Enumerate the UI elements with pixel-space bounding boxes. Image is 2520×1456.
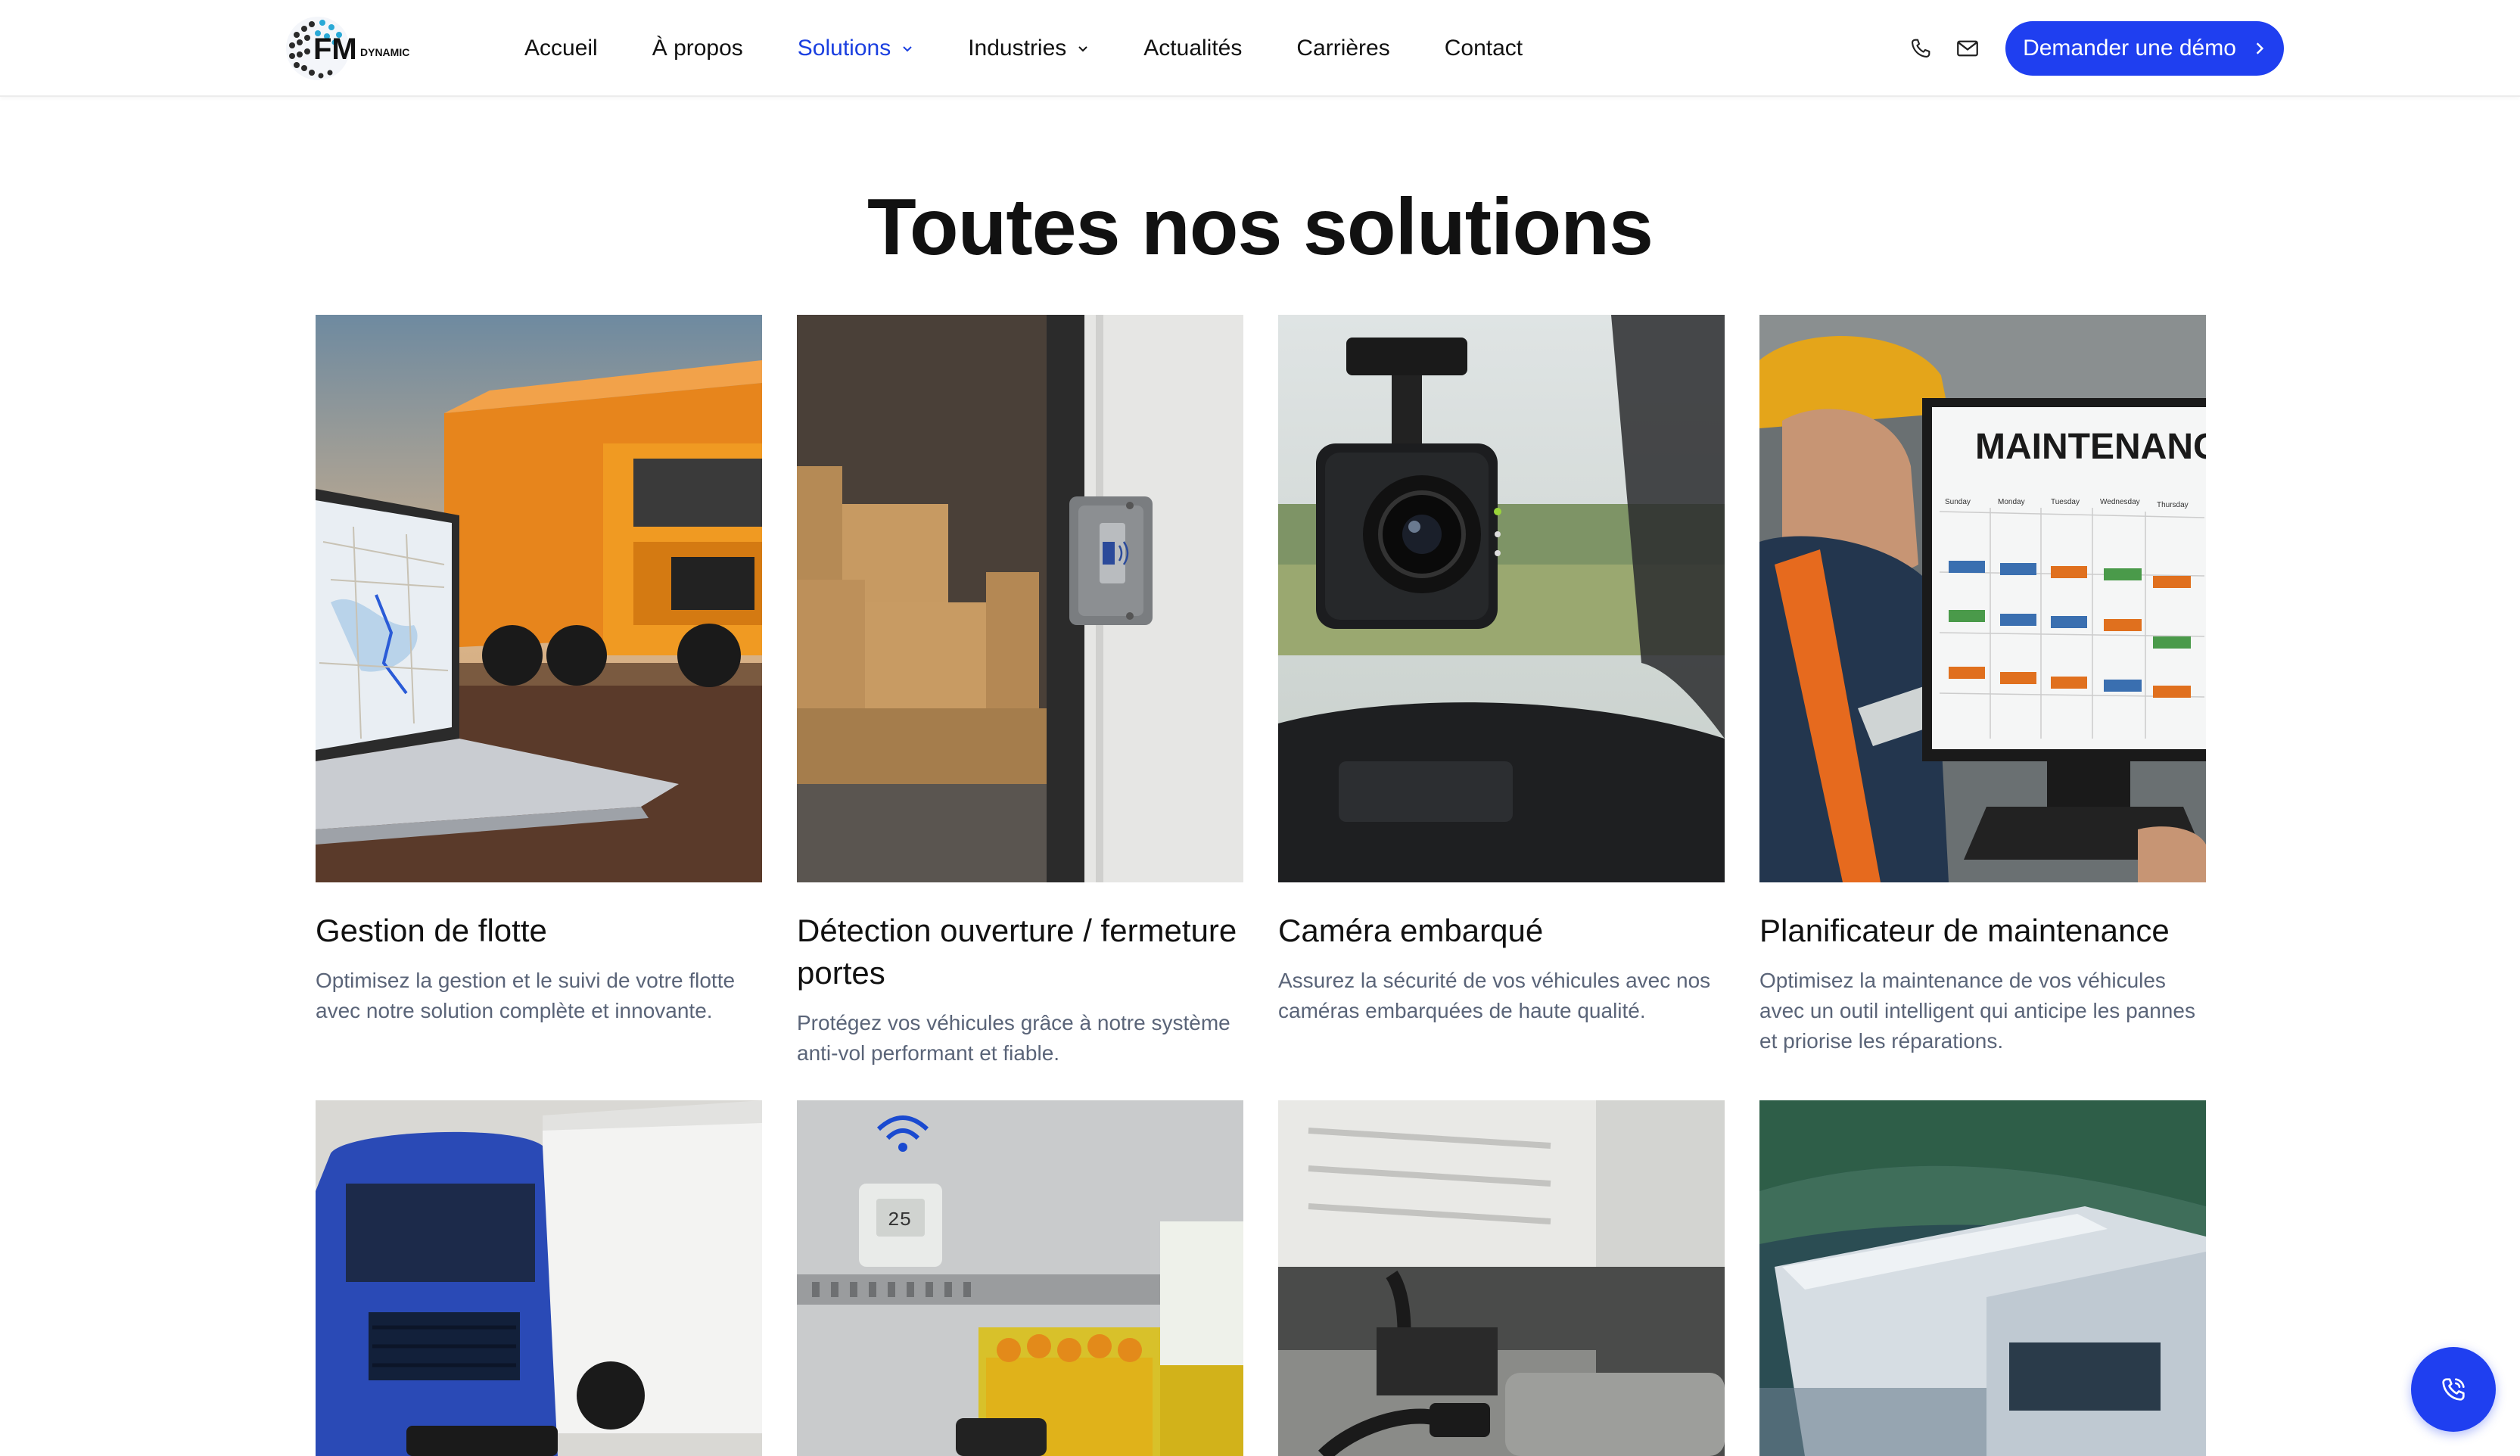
card-description: Optimisez la gestion et le suivi de votr…: [316, 969, 736, 1022]
solution-card-door-detection[interactable]: Détection ouverture / fermeture portes P…: [797, 315, 1243, 1069]
svg-text:Tuesday: Tuesday: [2051, 498, 2080, 506]
solution-card-fleet[interactable]: Gestion de flotte Optimisez la gestion e…: [316, 315, 762, 1026]
page-title: Toutes nos solutions: [866, 182, 1654, 272]
chevron-right-icon: [2256, 42, 2264, 54]
svg-text:Thursday: Thursday: [2157, 501, 2189, 509]
svg-text:Monday: Monday: [1998, 498, 2025, 506]
fuel-tank-image: [1278, 1100, 1725, 1456]
phone-call-icon: [2442, 1378, 2465, 1401]
logo[interactable]: FM DYNAMIC: [282, 12, 425, 85]
nav-item-actualites[interactable]: Actualités: [1143, 36, 1242, 61]
nav-item-industries[interactable]: Industries: [968, 36, 1089, 61]
solution-card-fuel[interactable]: [1278, 1100, 1725, 1456]
chevron-down-icon: [1078, 46, 1088, 52]
nav-item-accueil[interactable]: Accueil: [524, 36, 598, 61]
header-contact-icons: [1906, 33, 1999, 64]
card-description: Assurez la sécurité de vos véhicules ave…: [1278, 969, 1711, 1022]
nav-item-contact[interactable]: Contact: [1445, 36, 1523, 61]
maintenance-planner-image: MAINTENANCE Sunday Monday Tuesday Wednes…: [1759, 315, 2206, 882]
card-title[interactable]: Détection ouverture / fermeture portes: [797, 910, 1243, 994]
dashcam-image: [1278, 315, 1725, 882]
solution-card-temperature[interactable]: 25: [797, 1100, 1243, 1456]
solution-card-blue-truck[interactable]: [316, 1100, 762, 1456]
nav-item-solutions[interactable]: Solutions: [798, 36, 913, 61]
svg-text:DYNAMIC: DYNAMIC: [360, 46, 409, 58]
solution-card-dashcam[interactable]: Caméra embarqué Assurez la sécurité de v…: [1278, 315, 1725, 1026]
demo-request-button[interactable]: Demander une démo: [2005, 21, 2284, 76]
floating-call-button[interactable]: [2411, 1347, 2496, 1432]
svg-text:25: 25: [888, 1209, 911, 1231]
card-description: Optimisez la maintenance de vos véhicule…: [1759, 969, 2195, 1053]
card-title[interactable]: Caméra embarqué: [1278, 910, 1725, 952]
card-description: Protégez vos véhicules grâce à notre sys…: [797, 1011, 1230, 1065]
fleet-truck-laptop-image: [316, 315, 762, 882]
main-nav: Accueil À propos Solutions Industries Ac…: [524, 0, 1577, 97]
temperature-sensor-image: 25: [797, 1100, 1243, 1456]
site-header: FM DYNAMIC Accueil À propos Solutions In…: [0, 0, 2520, 97]
door-sensor-image: [797, 315, 1243, 882]
card-title[interactable]: Gestion de flotte: [316, 910, 762, 952]
nav-item-a-propos[interactable]: À propos: [652, 36, 743, 61]
svg-text:MAINTENANCE: MAINTENANCE: [1975, 427, 2206, 467]
solution-card-maintenance[interactable]: MAINTENANCE Sunday Monday Tuesday Wednes…: [1759, 315, 2206, 1056]
chevron-down-icon: [903, 46, 912, 52]
svg-text:FM: FM: [313, 33, 357, 66]
mail-icon[interactable]: [1952, 33, 1983, 64]
card-title[interactable]: Planificateur de maintenance: [1759, 910, 2206, 952]
solution-card-gps-tracking[interactable]: [1759, 1100, 2206, 1456]
nav-item-carrieres[interactable]: Carrières: [1296, 36, 1389, 61]
svg-text:Sunday: Sunday: [1945, 498, 1971, 506]
blue-truck-image: [316, 1100, 762, 1456]
aerial-truck-image: [1759, 1100, 2206, 1456]
phone-icon[interactable]: [1906, 33, 1936, 64]
svg-text:Wednesday: Wednesday: [2100, 498, 2140, 506]
